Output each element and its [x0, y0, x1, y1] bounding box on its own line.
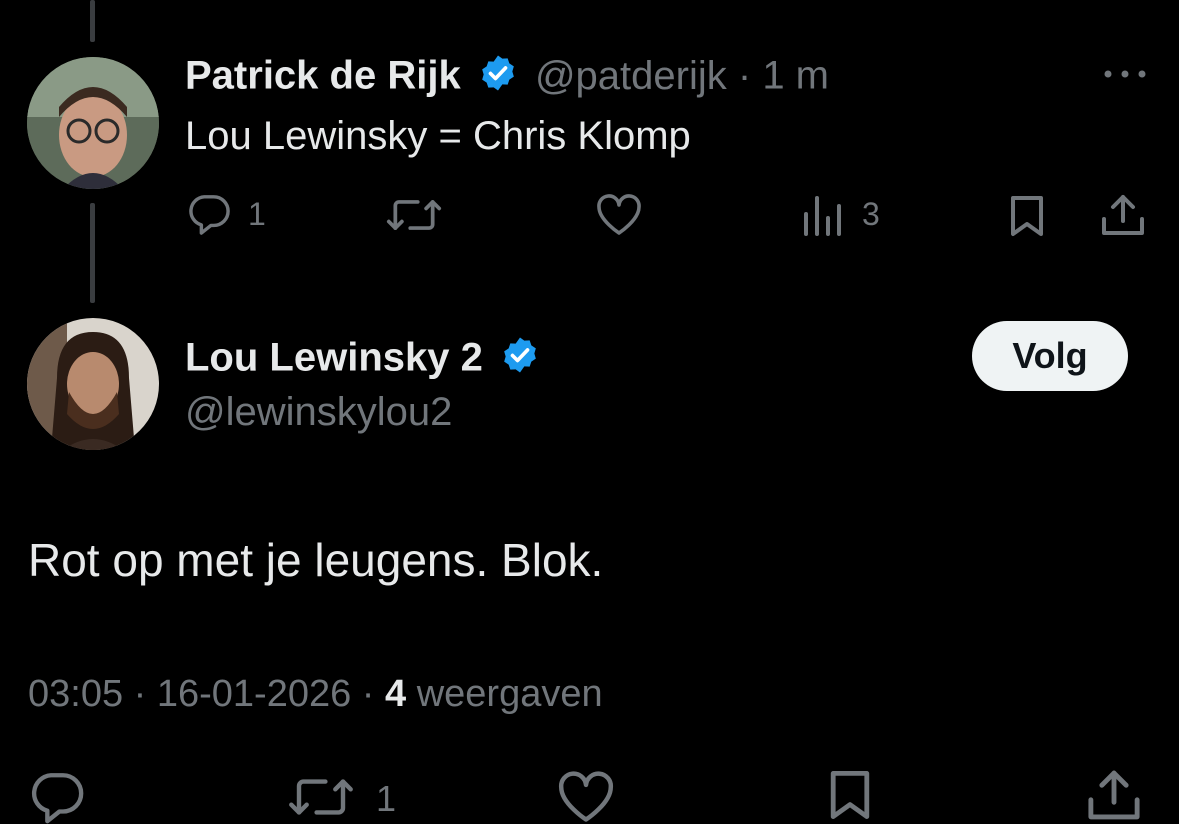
author-name[interactable]: Lou Lewinsky 2: [185, 336, 483, 380]
thread-line-top: [90, 0, 95, 42]
main-tweet-text: Rot op met je leugens. Blok.: [28, 534, 604, 586]
share-icon[interactable]: [1100, 193, 1146, 237]
avatar-patrick[interactable]: [27, 57, 159, 189]
retweet-count: 1: [376, 778, 397, 819]
author-handle[interactable]: @lewinskylou2: [185, 390, 452, 435]
main-author-row: Lou Lewinsky 2: [185, 335, 540, 385]
views-count: 3: [862, 196, 880, 232]
retweet-icon[interactable]: [386, 196, 442, 234]
bookmark-icon[interactable]: [826, 768, 874, 822]
bookmark-icon[interactable]: [1007, 194, 1047, 238]
views-icon[interactable]: [802, 196, 844, 236]
tweet-meta: 03:05 · 16-01-2026 · 4 weergaven: [28, 673, 603, 716]
views-number: 4: [385, 673, 407, 715]
retweet-icon[interactable]: [288, 775, 354, 819]
reply-icon[interactable]: [186, 193, 232, 235]
tweet-time[interactable]: 1 m: [762, 54, 829, 98]
reply-count: 1: [248, 196, 266, 232]
views-label[interactable]: weergaven: [417, 673, 603, 715]
tweet-timestamp[interactable]: 03:05 · 16-01-2026 ·: [28, 673, 374, 715]
reply-icon[interactable]: [28, 770, 86, 824]
author-name[interactable]: Patrick de Rijk: [185, 54, 461, 98]
separator: ·: [737, 53, 752, 98]
author-handle[interactable]: @patderijk: [535, 54, 727, 98]
parent-tweet-text: Lou Lewinsky = Chris Klomp: [185, 114, 691, 158]
more-horizontal-icon[interactable]: [1102, 66, 1148, 82]
like-icon[interactable]: [556, 770, 616, 822]
verified-badge-icon: [478, 53, 518, 103]
avatar-lou[interactable]: [27, 318, 159, 450]
verified-badge-icon: [500, 335, 540, 385]
like-icon[interactable]: [595, 193, 643, 235]
thread-line-connector: [90, 203, 95, 303]
follow-button[interactable]: Volg: [972, 321, 1128, 391]
parent-header: Patrick de Rijk @patderijk · 1 m: [185, 53, 829, 101]
share-icon[interactable]: [1086, 768, 1142, 822]
